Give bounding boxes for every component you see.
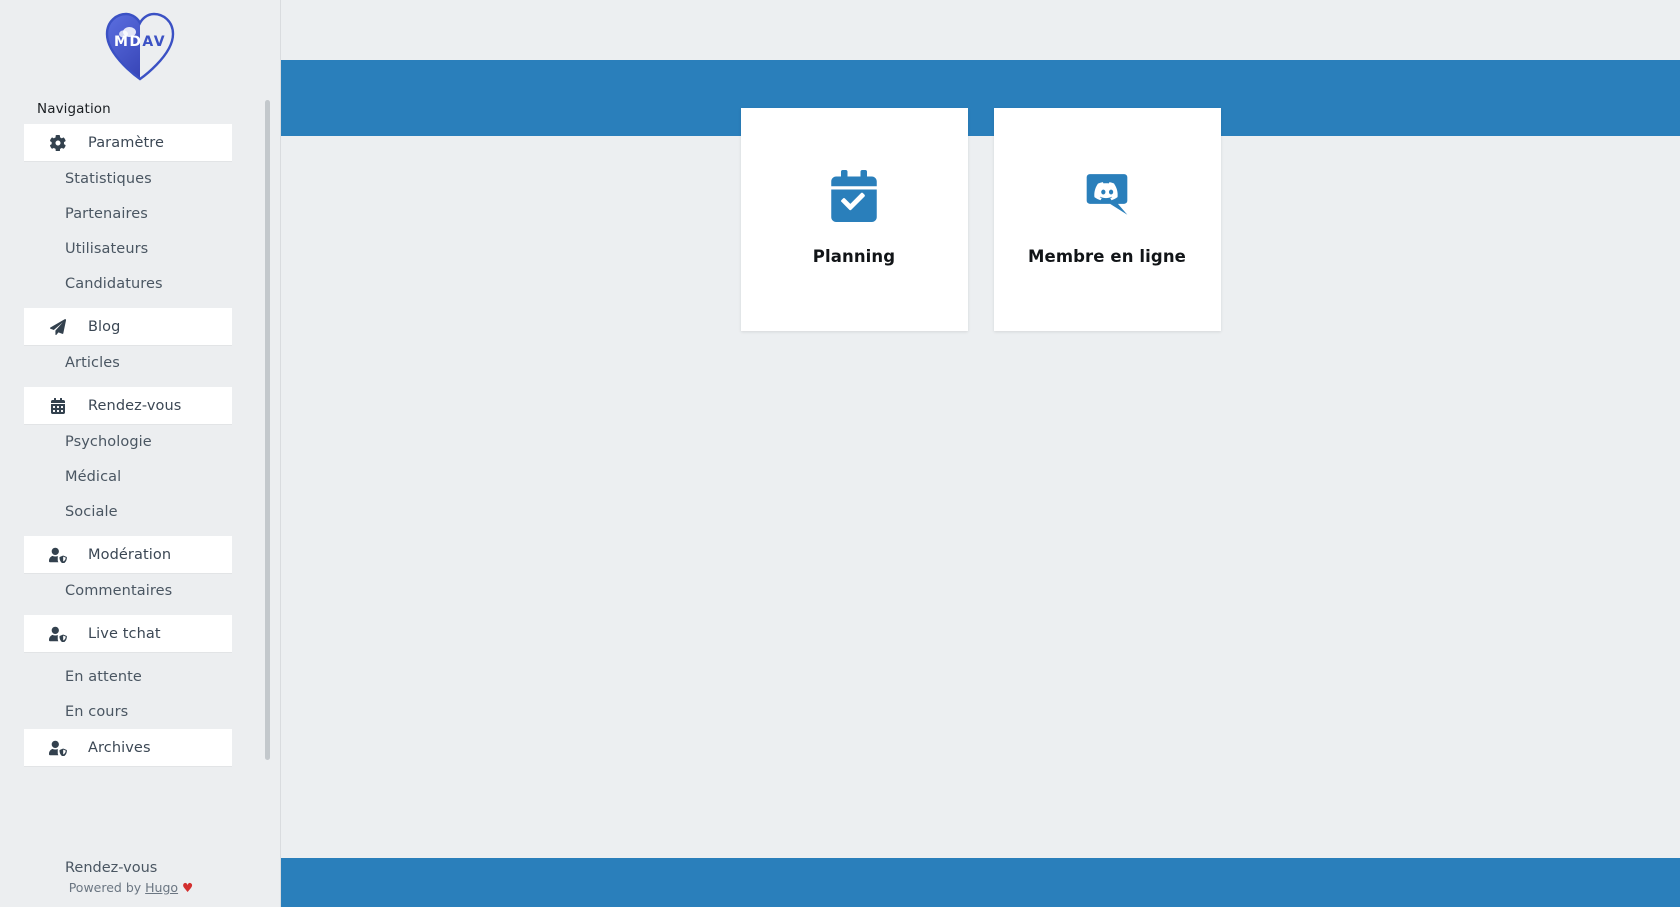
sidebar-item-commentaires[interactable]: Commentaires (0, 573, 260, 608)
sidebar-section-moderation[interactable]: Modération (24, 536, 232, 573)
sidebar-item-en-attente[interactable]: En attente (0, 659, 260, 694)
discord-icon (1082, 168, 1132, 224)
sidebar-item-articles[interactable]: Articles (0, 345, 260, 380)
sidebar-item-utilisateurs[interactable]: Utilisateurs (0, 231, 260, 266)
svg-text:MDAV: MDAV (114, 34, 166, 50)
sidebar-section-label: Blog (88, 318, 121, 335)
sidebar-item-partenaires[interactable]: Partenaires (0, 196, 260, 231)
footer-rendez-vous-link[interactable]: Rendez-vous (0, 860, 280, 880)
nav-heading: Navigation (37, 101, 111, 117)
sidebar-item-statistiques[interactable]: Statistiques (0, 161, 260, 196)
sidebar-section-parametre[interactable]: Paramètre (24, 124, 232, 161)
user-shield-icon (48, 545, 68, 565)
user-shield-icon (48, 738, 68, 758)
sidebar-section-label: Archives (88, 739, 151, 756)
mdav-heart-logo-icon: MDAV (105, 12, 175, 81)
card-title: Planning (812, 246, 896, 266)
sidebar-section-label: Live tchat (88, 625, 161, 642)
paper-plane-icon (48, 317, 68, 337)
sidebar-scrollbar-thumb[interactable] (265, 100, 270, 760)
calendar-check-icon (828, 168, 880, 224)
card-title: Membre en ligne (1028, 246, 1186, 266)
sidebar-scrollbar[interactable] (264, 100, 270, 858)
brand-logo[interactable]: MDAV (0, 0, 280, 92)
sidebar-section-live-tchat[interactable]: Live tchat (24, 615, 232, 652)
hugo-link[interactable]: Hugo (145, 880, 178, 895)
sidebar-section-rendez-vous[interactable]: Rendez-vous (24, 387, 232, 424)
sidebar: MDAV Navigation Paramètre Statistiques P… (0, 0, 280, 907)
gear-icon (48, 133, 68, 153)
powered-by-text: Powered by Hugo ♥ (0, 880, 280, 895)
sidebar-section-label: Modération (88, 546, 172, 563)
heart-icon: ♥ (182, 880, 194, 895)
sidebar-item-sociale[interactable]: Sociale (0, 494, 260, 529)
sidebar-item-en-cours[interactable]: En cours (0, 694, 260, 729)
sidebar-item-medical[interactable]: Médical (0, 459, 260, 494)
sidebar-footer: Rendez-vous Powered by Hugo ♥ (0, 860, 280, 907)
bottom-banner-bar (281, 858, 1680, 907)
sidebar-section-archives[interactable]: Archives (24, 729, 232, 766)
dashboard-card-grid: Planning Membre en ligne (281, 108, 1680, 331)
sidebar-item-candidatures[interactable]: Candidatures (0, 266, 260, 301)
sidebar-item-psychologie[interactable]: Psychologie (0, 424, 260, 459)
app-root: MDAV Navigation Paramètre Statistiques P… (0, 0, 1680, 907)
sidebar-section-label: Paramètre (88, 134, 165, 151)
sidebar-nav: Navigation Paramètre Statistiques Parten… (0, 92, 280, 860)
card-planning[interactable]: Planning (740, 108, 968, 331)
sidebar-section-blog[interactable]: Blog (24, 308, 232, 345)
main-content: Planning Membre en ligne (280, 0, 1680, 907)
sidebar-section-label: Rendez-vous (88, 397, 182, 414)
calendar-icon (48, 396, 68, 416)
card-membre-en-ligne[interactable]: Membre en ligne (993, 108, 1221, 331)
user-shield-icon (48, 624, 68, 644)
powered-by-prefix: Powered by (68, 880, 146, 895)
